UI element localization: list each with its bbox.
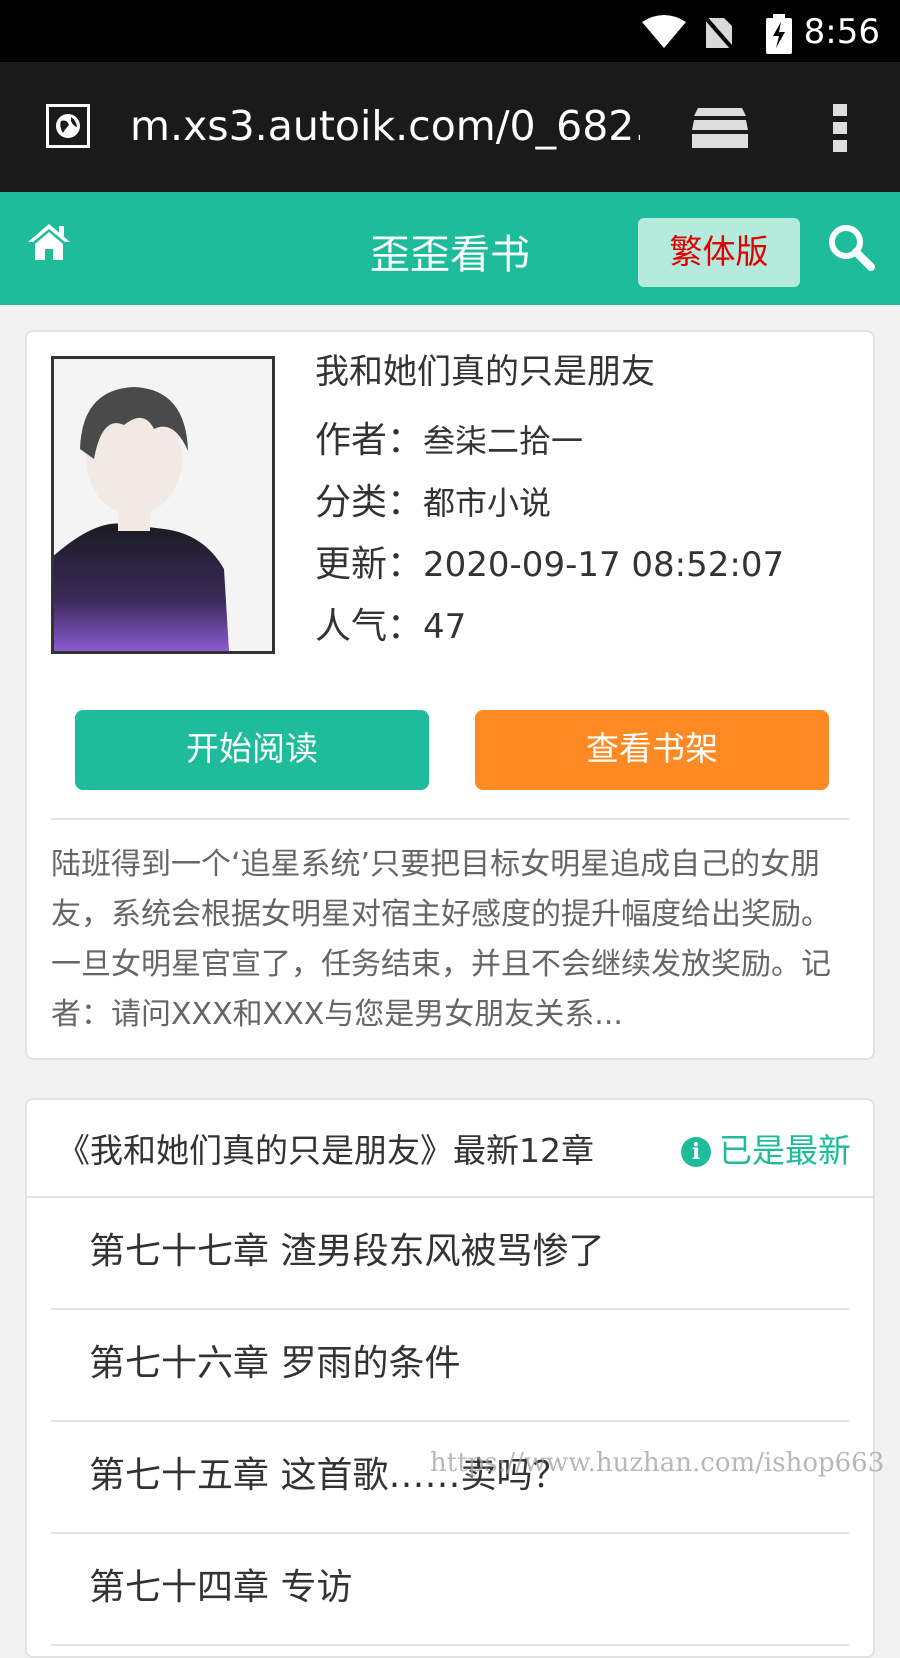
book-info-card: 我和她们真的只是朋友 作者：叁柒二拾一 分类：都市小说 更新：2020-09-1… <box>25 330 875 1060</box>
popularity-label: 人气： <box>315 606 424 647</box>
site-header: 歪歪看书 繁体版 <box>0 192 900 305</box>
popularity-row: 人气：47 <box>315 596 845 658</box>
chapter-link[interactable]: 第七十五章 这首歌……卖吗？ <box>51 1422 849 1534</box>
category-label: 分类： <box>315 482 424 523</box>
updated-label: 更新： <box>315 544 424 585</box>
search-icon[interactable] <box>826 222 876 272</box>
book-cover[interactable] <box>51 356 275 654</box>
latest-status: i 已是最新 <box>681 1124 851 1172</box>
author-link[interactable]: 叁柒二拾一 <box>423 422 583 460</box>
book-title: 我和她们真的只是朋友 <box>315 352 655 392</box>
info-icon: i <box>681 1137 711 1167</box>
updated-row: 更新：2020-09-17 08:52:07 <box>315 534 845 596</box>
view-bookshelf-button[interactable]: 查看书架 <box>475 710 829 790</box>
chapter-link[interactable]: 第七十七章 渣男段东风被骂惨了 <box>51 1198 849 1310</box>
url-field[interactable]: m.xs3.autoik.com/0_682.h <box>130 102 640 150</box>
latest-label: 已是最新 <box>719 1131 851 1170</box>
clock: 8:56 <box>803 12 880 52</box>
overflow-menu-icon[interactable] <box>830 102 850 154</box>
author-row: 作者：叁柒二拾一 <box>315 410 845 472</box>
chapter-link[interactable]: 第七十六章 罗雨的条件 <box>51 1310 849 1422</box>
chapters-header: 《我和她们真的只是朋友》最新12章 i 已是最新 <box>27 1100 873 1198</box>
author-label: 作者： <box>315 420 424 461</box>
updated-value: 2020-09-17 08:52:07 <box>423 545 785 585</box>
traditional-chinese-button[interactable]: 繁体版 <box>638 218 800 287</box>
battery-charging-icon <box>766 14 792 54</box>
popularity-value: 47 <box>423 607 467 647</box>
category-link[interactable]: 都市小说 <box>423 484 551 522</box>
book-info: 我和她们真的只是朋友 作者：叁柒二拾一 分类：都市小说 更新：2020-09-1… <box>315 348 845 658</box>
wifi-icon <box>642 15 686 48</box>
divider <box>51 818 849 820</box>
chapter-list: 第七十七章 渣男段东风被骂惨了 第七十六章 罗雨的条件 第七十五章 这首歌……卖… <box>51 1198 849 1646</box>
book-description: 陆班得到一个‘追星系统’只要把目标女明星追成自己的女朋友，系统会根据女明星对宿主… <box>51 847 831 1032</box>
chapters-heading: 《我和她们真的只是朋友》最新12章 <box>57 1131 594 1170</box>
start-reading-button[interactable]: 开始阅读 <box>75 710 429 790</box>
tabs-icon[interactable] <box>690 104 750 150</box>
site-info-icon[interactable] <box>46 104 90 148</box>
category-row: 分类：都市小说 <box>315 472 845 534</box>
chapter-link[interactable]: 第七十四章 专访 <box>51 1534 849 1646</box>
latest-chapters-card: 《我和她们真的只是朋友》最新12章 i 已是最新 第七十七章 渣男段东风被骂惨了 … <box>25 1098 875 1658</box>
browser-url-bar: m.xs3.autoik.com/0_682.h <box>0 62 900 192</box>
no-sim-icon <box>702 14 734 50</box>
status-bar: 8:56 <box>0 0 900 62</box>
watermark: https://www.huzhan.com/ishop663 <box>430 1448 885 1478</box>
